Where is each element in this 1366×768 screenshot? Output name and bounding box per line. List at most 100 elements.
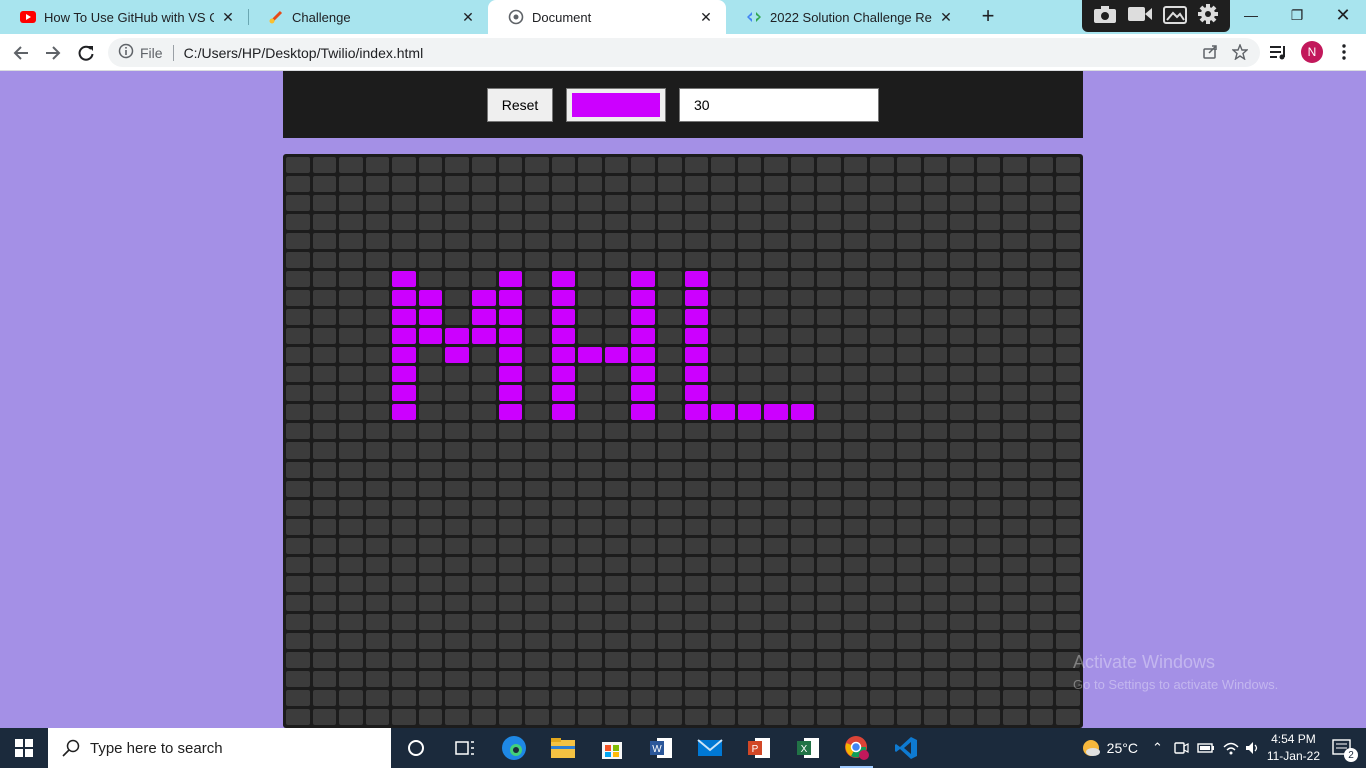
grid-cell[interactable] (950, 480, 974, 497)
grid-cell[interactable] (976, 632, 1001, 649)
grid-cell[interactable] (817, 651, 841, 668)
grid-cell[interactable] (339, 176, 363, 193)
grid-cell[interactable] (817, 708, 841, 725)
grid-cell[interactable] (1056, 366, 1080, 383)
grid-cell[interactable] (365, 613, 390, 630)
grid-cell[interactable] (471, 461, 496, 478)
grid-cell[interactable] (445, 195, 469, 212)
grid-cell[interactable] (578, 651, 602, 668)
chrome-icon[interactable] (832, 728, 881, 768)
grid-cell[interactable] (976, 537, 1001, 554)
grid-cell[interactable] (923, 404, 948, 421)
grid-cell[interactable] (657, 461, 682, 478)
grid-cell[interactable] (790, 157, 815, 174)
grid-cell[interactable] (339, 290, 363, 307)
grid-cell[interactable] (471, 271, 496, 288)
grid-cell[interactable] (790, 689, 815, 706)
grid-cell[interactable] (684, 252, 709, 269)
grid-cell[interactable] (923, 575, 948, 592)
grid-cell[interactable] (976, 708, 1001, 725)
grid-cell[interactable] (657, 233, 682, 250)
grid-cell[interactable] (578, 252, 602, 269)
grid-cell[interactable] (923, 708, 948, 725)
grid-cell[interactable] (817, 480, 841, 497)
grid-cell[interactable] (764, 651, 788, 668)
grid-cell[interactable] (1003, 651, 1027, 668)
grid-cell[interactable] (1029, 195, 1054, 212)
grid-cell[interactable] (339, 157, 363, 174)
grid-cell[interactable] (392, 233, 416, 250)
grid-cell[interactable] (286, 347, 310, 364)
grid-cell[interactable] (418, 499, 443, 516)
grid-cell[interactable] (498, 708, 523, 725)
grid-cell[interactable] (923, 423, 948, 440)
grid-cell[interactable] (764, 176, 788, 193)
grid-cell[interactable] (817, 670, 841, 687)
grid-cell[interactable] (790, 480, 815, 497)
grid-cell[interactable] (312, 594, 337, 611)
grid-cell[interactable] (1056, 537, 1080, 554)
tab-solution-challenge[interactable]: 2022 Solution Challenge Resourc ✕ (726, 0, 966, 34)
grid-cell[interactable] (657, 518, 682, 535)
grid-cell[interactable] (657, 480, 682, 497)
info-icon[interactable] (118, 43, 134, 62)
grid-cell[interactable] (1003, 613, 1027, 630)
grid-cell[interactable] (1056, 176, 1080, 193)
grid-cell[interactable] (312, 537, 337, 554)
grid-cell[interactable] (737, 518, 762, 535)
grid-cell[interactable] (1056, 404, 1080, 421)
grid-cell[interactable] (312, 651, 337, 668)
grid-cell[interactable] (684, 290, 709, 307)
grid-cell[interactable] (1029, 613, 1054, 630)
cortana-icon[interactable] (391, 728, 440, 768)
grid-cell[interactable] (498, 480, 523, 497)
grid-cell[interactable] (604, 708, 629, 725)
grid-cell[interactable] (657, 613, 682, 630)
grid-cell[interactable] (471, 480, 496, 497)
grid-cell[interactable] (631, 309, 655, 326)
grid-cell[interactable] (976, 195, 1001, 212)
restore-button[interactable]: ❐ (1274, 0, 1320, 30)
grid-cell[interactable] (843, 613, 868, 630)
grid-cell[interactable] (286, 499, 310, 516)
grid-cell[interactable] (764, 385, 788, 402)
grid-cell[interactable] (392, 708, 416, 725)
grid-cell[interactable] (976, 461, 1001, 478)
grid-cell[interactable] (392, 461, 416, 478)
grid-cell[interactable] (418, 176, 443, 193)
grid-cell[interactable] (843, 233, 868, 250)
video-camera-icon[interactable] (1127, 5, 1153, 28)
grid-cell[interactable] (312, 632, 337, 649)
grid-cell[interactable] (711, 651, 735, 668)
grid-cell[interactable] (843, 556, 868, 573)
grid-cell[interactable] (471, 575, 496, 592)
grid-cell[interactable] (471, 157, 496, 174)
grid-cell[interactable] (418, 632, 443, 649)
grid-cell[interactable] (339, 632, 363, 649)
grid-cell[interactable] (711, 480, 735, 497)
grid-cell[interactable] (578, 442, 602, 459)
grid-cell[interactable] (870, 518, 895, 535)
wifi-icon[interactable] (1223, 741, 1239, 755)
grid-cell[interactable] (286, 366, 310, 383)
pixel-grid[interactable] (283, 154, 1083, 728)
grid-cell[interactable] (471, 708, 496, 725)
grid-cell[interactable] (817, 176, 841, 193)
grid-cell[interactable] (764, 309, 788, 326)
grid-cell[interactable] (870, 309, 895, 326)
windows-start-icon[interactable] (0, 728, 48, 768)
grid-cell[interactable] (976, 385, 1001, 402)
grid-cell[interactable] (684, 157, 709, 174)
grid-cell[interactable] (1029, 442, 1054, 459)
grid-cell[interactable] (604, 575, 629, 592)
grid-cell[interactable] (445, 670, 469, 687)
grid-cell[interactable] (737, 290, 762, 307)
grid-cell[interactable] (286, 252, 310, 269)
grid-cell[interactable] (737, 442, 762, 459)
grid-cell[interactable] (1003, 309, 1027, 326)
new-tab-button[interactable]: + (976, 5, 1000, 29)
grid-cell[interactable] (578, 556, 602, 573)
grid-cell[interactable] (843, 689, 868, 706)
grid-cell[interactable] (1056, 461, 1080, 478)
grid-cell[interactable] (445, 157, 469, 174)
